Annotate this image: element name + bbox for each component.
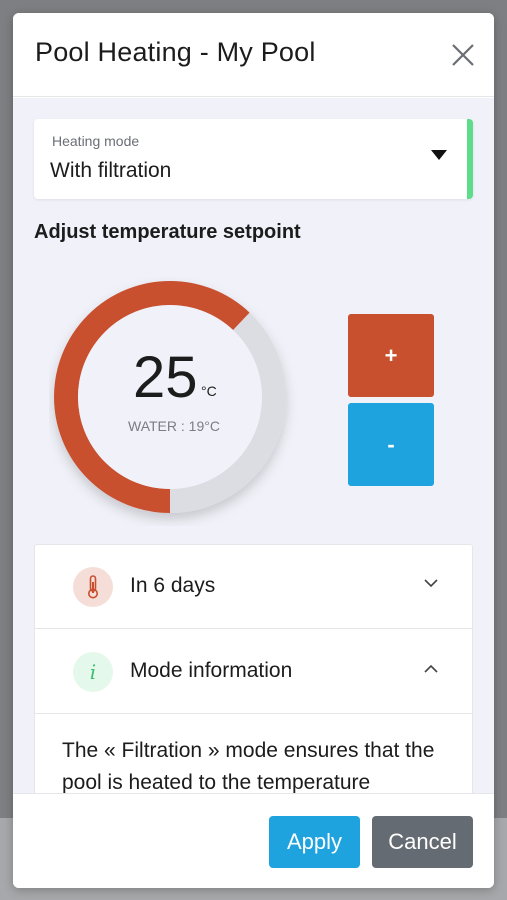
increase-temperature-button[interactable]: + <box>348 314 434 397</box>
thermometer-icon <box>73 567 113 607</box>
setpoint-unit: °C <box>201 383 217 399</box>
info-accordion: In 6 days i Mode information The « Filtr… <box>34 544 473 793</box>
close-icon <box>452 44 474 66</box>
info-icon: i <box>73 652 113 692</box>
pool-heating-dialog: Pool Heating - My Pool Heating mode With… <box>13 13 494 888</box>
dialog-body: Heating mode With filtration Adjust temp… <box>13 98 494 793</box>
heating-mode-label: Heating mode <box>52 133 140 149</box>
chevron-down-icon <box>424 579 438 588</box>
heating-mode-value: With filtration <box>50 159 172 182</box>
close-button[interactable] <box>447 39 479 71</box>
setpoint-temperature: 25 <box>133 345 198 410</box>
mode-info-text: The « Filtration » mode ensures that the… <box>62 739 435 793</box>
temperature-dial[interactable]: 25 °C WATER : 19°C <box>49 276 299 526</box>
dialog-title: Pool Heating - My Pool <box>35 37 316 67</box>
setpoint-section-title: Adjust temperature setpoint <box>34 221 301 243</box>
chevron-up-icon <box>424 664 438 673</box>
accordion-label-mode-info: Mode information <box>130 659 293 682</box>
apply-button[interactable]: Apply <box>269 816 360 868</box>
dialog-header: Pool Heating - My Pool <box>13 13 494 97</box>
accordion-item-mode-info[interactable]: i Mode information <box>35 630 472 714</box>
dialog-footer: Apply Cancel <box>13 793 494 888</box>
caret-down-icon <box>431 150 447 160</box>
heating-mode-select[interactable]: Heating mode With filtration <box>34 119 473 199</box>
decrease-temperature-button[interactable]: - <box>348 403 434 486</box>
accordion-label-schedule: In 6 days <box>130 574 216 597</box>
water-temperature: WATER : 19°C <box>128 418 220 434</box>
select-accent-bar <box>467 119 473 199</box>
cancel-button[interactable]: Cancel <box>372 816 473 868</box>
accordion-item-schedule[interactable]: In 6 days <box>35 545 472 629</box>
